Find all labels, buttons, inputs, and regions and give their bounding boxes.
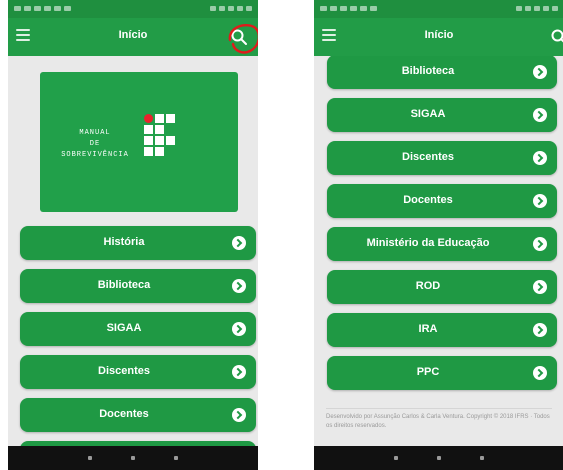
menu-button-ministerio[interactable]: Ministério da Educação <box>327 227 557 261</box>
button-label: Discentes <box>402 151 454 163</box>
recents-icon[interactable] <box>480 456 484 460</box>
button-label: Docentes <box>99 408 149 420</box>
chevron-right-icon <box>533 323 547 337</box>
chevron-right-icon <box>232 365 246 379</box>
phone-screen-left: Início MANUAL DE SOBREVIVÊNCIA História … <box>8 0 258 470</box>
button-label: Discentes <box>98 365 150 377</box>
menu-button-ira[interactable]: IRA <box>327 313 557 347</box>
chevron-right-icon <box>533 366 547 380</box>
menu-button-sigaa[interactable]: SIGAA <box>327 98 557 132</box>
menu-button-rod[interactable]: ROD <box>327 270 557 304</box>
main-content: Biblioteca SIGAA Discentes Docentes Mini… <box>314 56 563 446</box>
menu-button-docentes[interactable]: Docentes <box>327 184 557 218</box>
back-icon[interactable] <box>394 456 398 460</box>
menu-button-discentes[interactable]: Discentes <box>20 355 256 389</box>
button-label: História <box>103 236 145 248</box>
chevron-right-icon <box>533 237 547 251</box>
menu-button-docentes[interactable]: Docentes <box>20 398 256 432</box>
copyright-footer: Desenvolvido por Assunção Carlos & Carla… <box>326 408 552 431</box>
chevron-right-icon <box>232 236 246 250</box>
button-label: Ministério da Educação <box>366 237 490 249</box>
button-label: ROD <box>415 280 441 292</box>
menu-button-sigaa[interactable]: SIGAA <box>20 312 256 346</box>
banner-text: MANUAL DE SOBREVIVÊNCIA <box>61 129 129 159</box>
page-title: Início <box>118 29 148 41</box>
chevron-right-icon <box>232 408 246 422</box>
menu-button-discentes[interactable]: Discentes <box>327 141 557 175</box>
system-nav-bar <box>8 446 258 470</box>
button-label: SIGAA <box>410 108 446 120</box>
chevron-right-icon <box>533 151 547 165</box>
page-title: Início <box>424 29 454 41</box>
main-content: MANUAL DE SOBREVIVÊNCIA História Bibliot… <box>8 56 258 446</box>
menu-button-biblioteca[interactable]: Biblioteca <box>327 56 557 89</box>
button-label: Biblioteca <box>97 279 151 291</box>
button-label: SIGAA <box>106 322 142 334</box>
manual-banner: MANUAL DE SOBREVIVÊNCIA <box>40 72 238 212</box>
home-icon[interactable] <box>131 456 135 460</box>
red-annotation-circle <box>228 24 258 54</box>
status-bar <box>314 0 563 18</box>
back-icon[interactable] <box>88 456 92 460</box>
menu-button-biblioteca[interactable]: Biblioteca <box>20 269 256 303</box>
app-bar: Início <box>314 18 563 56</box>
phone-screen-right: Início Biblioteca SIGAA Discentes Docent… <box>314 0 563 470</box>
menu-button-ppc[interactable]: PPC <box>327 356 557 390</box>
chevron-right-icon <box>232 322 246 336</box>
button-label: PPC <box>416 366 440 378</box>
chevron-right-icon <box>533 280 547 294</box>
chevron-right-icon <box>533 194 547 208</box>
status-bar <box>8 0 258 18</box>
chevron-right-icon <box>232 279 246 293</box>
system-nav-bar <box>314 446 563 470</box>
button-label: IRA <box>418 323 438 335</box>
button-label: Biblioteca <box>401 65 455 77</box>
home-icon[interactable] <box>437 456 441 460</box>
recents-icon[interactable] <box>174 456 178 460</box>
chevron-right-icon <box>533 108 547 122</box>
search-icon[interactable] <box>550 28 563 46</box>
app-bar: Início <box>8 18 258 56</box>
institute-logo <box>144 114 184 164</box>
chevron-right-icon <box>533 65 547 79</box>
button-label: Docentes <box>403 194 453 206</box>
menu-button-historia[interactable]: História <box>20 226 256 260</box>
